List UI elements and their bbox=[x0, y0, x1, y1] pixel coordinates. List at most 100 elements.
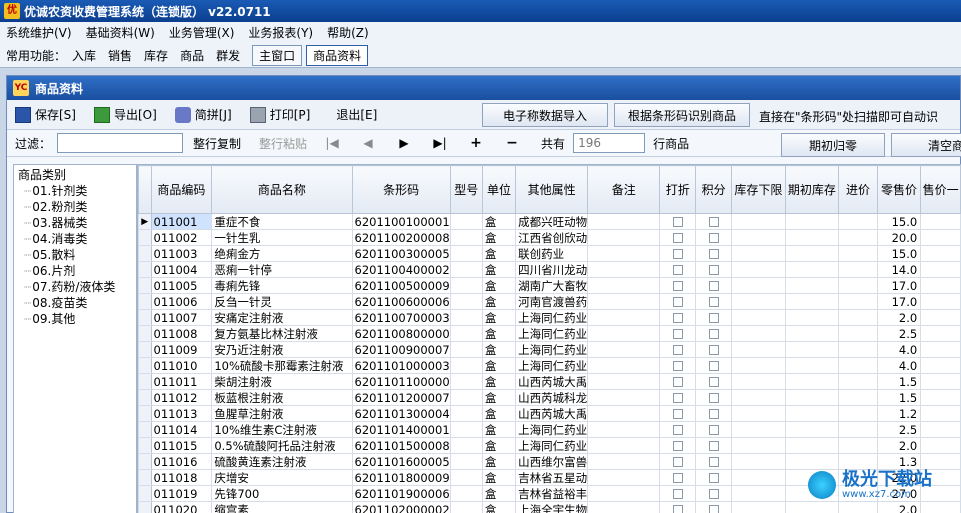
cell-attribute[interactable]: 上海同仁药业 bbox=[515, 421, 589, 438]
cell-points[interactable] bbox=[695, 293, 733, 310]
cell-attribute[interactable]: 河南官渡兽药 bbox=[515, 293, 589, 310]
points-checkbox[interactable] bbox=[708, 425, 719, 435]
cell-name[interactable]: 反刍一针灵 bbox=[211, 293, 353, 310]
cell-attribute[interactable]: 联创药业 bbox=[515, 245, 589, 262]
export-button[interactable]: 导出[O] bbox=[93, 106, 157, 123]
cell-price-1[interactable] bbox=[920, 309, 961, 326]
discount-checkbox[interactable] bbox=[672, 249, 683, 259]
cell-purchase-price[interactable] bbox=[838, 405, 878, 422]
discount-checkbox[interactable] bbox=[672, 377, 683, 387]
cell-unit[interactable]: 盒 bbox=[481, 245, 517, 262]
cell-remark[interactable] bbox=[587, 405, 661, 422]
row-selector[interactable] bbox=[138, 277, 152, 294]
cell-model[interactable] bbox=[449, 453, 483, 470]
tree-node[interactable]: 04.消毒类 bbox=[18, 231, 136, 247]
cell-purchase-price[interactable] bbox=[838, 261, 878, 278]
points-checkbox[interactable] bbox=[708, 329, 719, 339]
table-row[interactable]: 011009 安乃近注射液 6201100900007 盒上海同仁药业 4.0 bbox=[138, 341, 961, 358]
cell-name[interactable]: 安痛定注射液 bbox=[211, 309, 353, 326]
cell-opening-stock[interactable] bbox=[784, 261, 840, 278]
cell-remark[interactable] bbox=[587, 245, 661, 262]
cell-model[interactable] bbox=[449, 277, 483, 294]
cell-code[interactable]: 011010 bbox=[150, 357, 213, 374]
cell-model[interactable] bbox=[449, 245, 483, 262]
cell-discount[interactable] bbox=[659, 357, 697, 374]
menu-reports[interactable]: 业务报表(Y) bbox=[248, 24, 313, 41]
cell-stock-min[interactable] bbox=[731, 437, 786, 454]
cell-points[interactable] bbox=[695, 245, 733, 262]
cell-remark[interactable] bbox=[587, 325, 661, 342]
cell-name[interactable]: 0.5%硫酸阿托品注射液 bbox=[211, 437, 353, 454]
row-selector[interactable] bbox=[138, 453, 152, 470]
table-row[interactable]: 011004 恶痢一针停 6201100400002 盒四川省川龙动 14.0 bbox=[138, 261, 961, 278]
cell-purchase-price[interactable] bbox=[838, 277, 878, 294]
table-row[interactable]: 011002 一针生乳 6201100200008 盒江西省创欣动 20.0 bbox=[138, 229, 961, 246]
cell-code[interactable]: 011012 bbox=[150, 389, 213, 406]
cell-opening-stock[interactable] bbox=[784, 389, 840, 406]
column-header[interactable]: 其他属性 bbox=[515, 165, 589, 214]
cell-points[interactable] bbox=[695, 341, 733, 358]
cell-barcode[interactable]: 6201101400001 bbox=[351, 421, 451, 438]
cell-discount[interactable] bbox=[659, 245, 697, 262]
row-selector[interactable] bbox=[138, 373, 152, 390]
cell-model[interactable] bbox=[449, 261, 483, 278]
first-record-icon[interactable]: |◀ bbox=[325, 136, 339, 150]
cell-unit[interactable]: 盒 bbox=[481, 421, 517, 438]
cell-opening-stock[interactable] bbox=[784, 357, 840, 374]
cell-barcode[interactable]: 6201102000002 bbox=[351, 501, 451, 513]
cell-name[interactable]: 恶痢一针停 bbox=[211, 261, 353, 278]
cell-stock-min[interactable] bbox=[731, 373, 786, 390]
cell-discount[interactable] bbox=[659, 437, 697, 454]
cell-stock-min[interactable] bbox=[731, 293, 786, 310]
cell-name[interactable]: 安乃近注射液 bbox=[211, 341, 353, 358]
row-selector[interactable] bbox=[138, 437, 152, 454]
cell-name[interactable]: 柴胡注射液 bbox=[211, 373, 353, 390]
points-checkbox[interactable] bbox=[708, 281, 719, 291]
cell-code[interactable]: 011001 bbox=[150, 213, 213, 230]
table-row[interactable]: 011010 10%硫酸卡那霉素注射液 6201101000003 盒上海同仁药业 4.… bbox=[138, 357, 961, 374]
cell-barcode[interactable]: 6201100300005 bbox=[351, 245, 451, 262]
cell-barcode[interactable]: 6201100100001 bbox=[351, 213, 451, 230]
cell-attribute[interactable]: 山西芮城科龙 bbox=[515, 389, 589, 406]
column-header[interactable]: 商品名称 bbox=[211, 165, 353, 214]
tab-goods-data[interactable]: 商品资料 bbox=[306, 44, 369, 66]
cell-discount[interactable] bbox=[659, 389, 697, 406]
points-checkbox[interactable] bbox=[708, 489, 719, 499]
cell-discount[interactable] bbox=[659, 293, 697, 310]
cell-points[interactable] bbox=[695, 229, 733, 246]
cell-opening-stock[interactable] bbox=[784, 341, 840, 358]
cell-opening-stock[interactable] bbox=[784, 245, 840, 262]
points-checkbox[interactable] bbox=[708, 313, 719, 323]
cell-purchase-price[interactable] bbox=[838, 437, 878, 454]
cell-retail-price[interactable]: 2.0 bbox=[876, 309, 922, 326]
cell-purchase-price[interactable] bbox=[838, 293, 878, 310]
column-header[interactable]: 售价一 bbox=[920, 165, 961, 214]
cell-attribute[interactable]: 成都兴旺动物 bbox=[515, 213, 589, 230]
cell-barcode[interactable]: 6201101200007 bbox=[351, 389, 451, 406]
points-checkbox[interactable] bbox=[708, 233, 719, 243]
cell-model[interactable] bbox=[449, 309, 483, 326]
cell-attribute[interactable]: 吉林省益裕丰 bbox=[515, 485, 589, 502]
discount-checkbox[interactable] bbox=[672, 361, 683, 371]
cell-price-1[interactable] bbox=[920, 229, 961, 246]
cell-stock-min[interactable] bbox=[731, 213, 786, 230]
cell-points[interactable] bbox=[695, 309, 733, 326]
quick-sales[interactable]: 销售 bbox=[108, 47, 132, 64]
cell-unit[interactable]: 盒 bbox=[481, 309, 517, 326]
tree-node[interactable]: 05.散料 bbox=[18, 247, 136, 263]
cell-unit[interactable]: 盒 bbox=[481, 261, 517, 278]
discount-checkbox[interactable] bbox=[672, 265, 683, 275]
quick-stock[interactable]: 库存 bbox=[144, 47, 168, 64]
cell-retail-price[interactable]: 1.2 bbox=[876, 405, 922, 422]
delete-record-icon[interactable]: − bbox=[505, 135, 519, 151]
cell-purchase-price[interactable] bbox=[838, 421, 878, 438]
cell-unit[interactable]: 盒 bbox=[481, 277, 517, 294]
cell-code[interactable]: 011008 bbox=[150, 325, 213, 342]
period-reset-button[interactable]: 期初归零 bbox=[781, 133, 885, 157]
cell-code[interactable]: 011003 bbox=[150, 245, 213, 262]
cell-model[interactable] bbox=[449, 325, 483, 342]
cell-stock-min[interactable] bbox=[731, 389, 786, 406]
cell-attribute[interactable]: 吉林省五星动 bbox=[515, 469, 589, 486]
row-selector[interactable] bbox=[138, 469, 152, 486]
column-header[interactable]: 零售价 bbox=[876, 165, 922, 214]
